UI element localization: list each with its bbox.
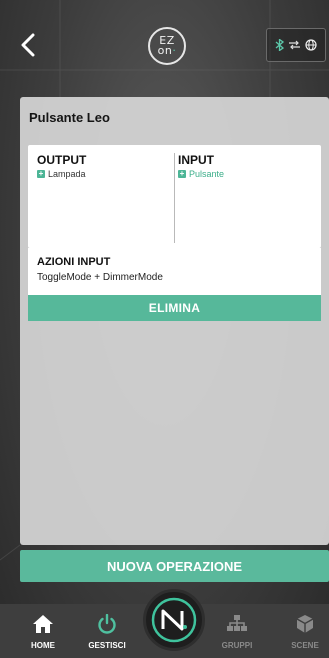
logo-bottom-text: on· bbox=[157, 44, 177, 57]
input-item-label: Pulsante bbox=[189, 169, 225, 179]
device-title: Pulsante Leo bbox=[29, 110, 110, 125]
hierarchy-icon bbox=[227, 615, 247, 631]
output-item-label: Lampada bbox=[48, 169, 86, 179]
nav-home-label: HOME bbox=[31, 641, 55, 650]
nav-home[interactable]: HOME bbox=[18, 614, 68, 650]
input-item[interactable]: + Pulsante bbox=[178, 169, 224, 179]
bluetooth-icon bbox=[275, 39, 284, 51]
actions-value: ToggleMode + DimmerMode bbox=[37, 272, 163, 283]
top-bar: EZ on· bbox=[0, 0, 329, 92]
nav-gruppi[interactable]: GRUPPI bbox=[212, 614, 262, 650]
input-column: INPUT + Pulsante bbox=[178, 153, 224, 179]
ezon-hub-icon bbox=[151, 597, 197, 643]
io-card: OUTPUT + Lampada INPUT + Pulsante bbox=[28, 145, 321, 248]
operation-panel: Pulsante Leo OUTPUT + Lampada INPUT + Pu… bbox=[20, 97, 329, 545]
connection-status[interactable] bbox=[266, 28, 326, 62]
output-item[interactable]: + Lampada bbox=[37, 169, 86, 179]
center-hub-button[interactable] bbox=[143, 589, 205, 651]
new-operation-button[interactable]: NUOVA OPERAZIONE bbox=[20, 550, 329, 582]
nav-gestisci-label: GESTISCI bbox=[88, 641, 126, 650]
nav-scene[interactable]: SCENE bbox=[280, 614, 329, 650]
transfer-arrows-icon bbox=[288, 40, 301, 50]
globe-icon bbox=[305, 39, 317, 51]
output-column: OUTPUT + Lampada bbox=[37, 153, 86, 179]
ezon-logo: EZ on· bbox=[148, 27, 186, 65]
back-button[interactable] bbox=[14, 30, 42, 60]
nav-scene-label: SCENE bbox=[291, 641, 319, 650]
column-divider bbox=[174, 153, 175, 243]
chevron-left-icon bbox=[21, 33, 35, 57]
cube-icon bbox=[296, 615, 314, 633]
home-icon bbox=[33, 615, 53, 633]
nav-gestisci[interactable]: GESTISCI bbox=[82, 613, 132, 650]
power-icon bbox=[98, 613, 116, 634]
plus-icon: + bbox=[37, 169, 45, 178]
nav-gruppi-label: GRUPPI bbox=[221, 641, 253, 650]
plus-icon: + bbox=[178, 169, 186, 178]
delete-button[interactable]: ELIMINA bbox=[28, 295, 321, 321]
output-heading: OUTPUT bbox=[37, 153, 87, 167]
input-actions: AZIONI INPUT ToggleMode + DimmerMode bbox=[28, 248, 321, 298]
actions-heading: AZIONI INPUT bbox=[37, 256, 111, 268]
input-heading: INPUT bbox=[178, 153, 214, 167]
